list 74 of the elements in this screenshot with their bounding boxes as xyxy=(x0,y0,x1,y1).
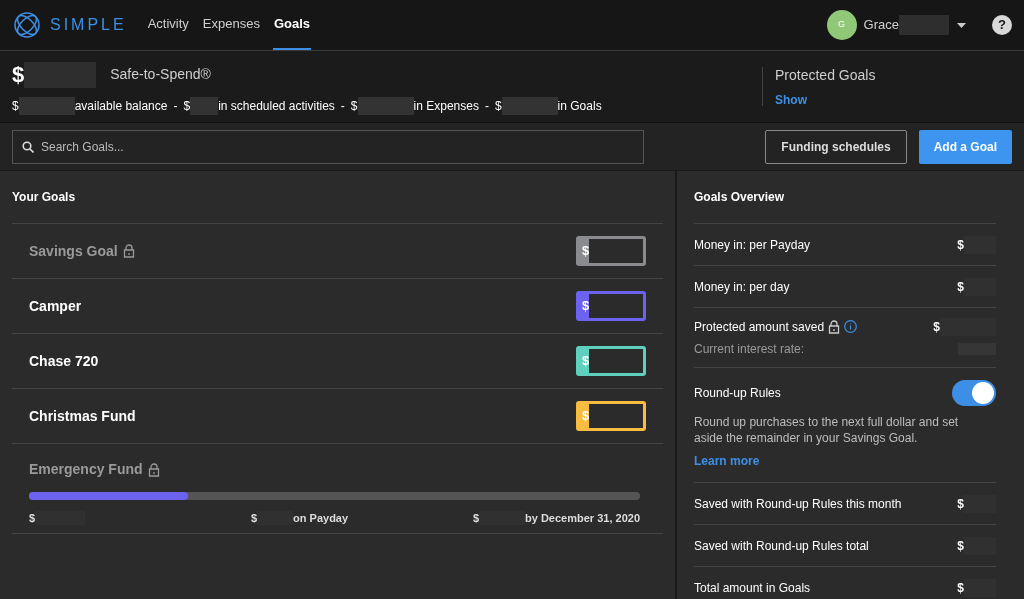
brand-name: SIMPLE xyxy=(50,15,127,35)
currency-sign: $ xyxy=(12,98,19,115)
nav-tab[interactable]: Expenses xyxy=(201,0,261,50)
show-link[interactable]: Show xyxy=(775,90,1012,109)
row-label: Money in: per Payday xyxy=(694,236,811,254)
row-value: $ xyxy=(957,236,964,254)
payday-currency: $ xyxy=(250,511,258,526)
lock-icon xyxy=(122,244,135,258)
lock-icon xyxy=(147,462,160,477)
interest-rate-label: Current interest rate: xyxy=(694,340,805,358)
toggle-switch[interactable] xyxy=(952,380,996,406)
separator-text: - xyxy=(484,98,489,115)
row-label: Saved with Round-up Rules total xyxy=(694,537,869,555)
lock-icon xyxy=(828,319,841,334)
redaction-bar xyxy=(18,97,75,115)
goal-currency: $ xyxy=(582,407,590,426)
row-label: Protected amount saved xyxy=(694,318,825,336)
your-goals-title: Your Goals xyxy=(12,189,77,206)
redaction-bar xyxy=(357,97,414,115)
caret-icon[interactable] xyxy=(957,22,966,28)
balance-label: available balance xyxy=(74,98,168,115)
currency-sign: $ xyxy=(183,98,191,115)
add-goal-button[interactable]: Add a Goal xyxy=(918,129,1012,164)
safe-to-spend-currency: $ xyxy=(12,61,25,89)
redaction-bar xyxy=(589,239,643,263)
learn-more-link[interactable]: Learn more xyxy=(694,452,996,470)
saved-amount: $ xyxy=(29,511,36,526)
search-field[interactable]: Search Goals... xyxy=(12,129,644,164)
funding-schedules-button[interactable]: Funding schedules xyxy=(765,129,907,164)
currency-sign: $ xyxy=(494,98,502,115)
row-label: Round-up Rules xyxy=(694,385,781,402)
redaction-bar xyxy=(589,404,643,428)
goal-currency: $ xyxy=(582,297,590,316)
help-button[interactable]: ? xyxy=(992,15,1012,35)
redaction-bar xyxy=(501,97,558,115)
target-currency: $ xyxy=(472,511,480,526)
redaction-bar xyxy=(589,349,643,373)
redaction-bar xyxy=(190,97,219,115)
balance-label: in Expenses xyxy=(413,98,479,115)
row-value: $ xyxy=(957,278,964,296)
row-value: $ xyxy=(933,318,940,336)
separator-text: - xyxy=(340,98,345,115)
row-label: Money in: per day xyxy=(694,278,790,296)
round-up-description: Round up purchases to the next full dollar and set aside the remainder in your Savings Goal. xyxy=(694,414,960,446)
balance-label: in Goals xyxy=(557,98,602,115)
user-name[interactable]: Grace xyxy=(863,15,899,35)
goal-amount-badge[interactable]: $ xyxy=(576,291,646,321)
goal-name[interactable]: Christmas Fund xyxy=(29,405,136,427)
goal-currency: $ xyxy=(582,352,590,371)
row-label: Saved with Round-up Rules this month xyxy=(694,495,902,513)
target-date: by December 31, 2020 xyxy=(525,511,640,526)
separator-text: - xyxy=(173,98,178,115)
balance-label: in scheduled activities xyxy=(218,98,335,115)
goal-currency: $ xyxy=(582,242,590,261)
redaction-bar xyxy=(899,15,949,35)
safe-to-spend-label: Safe-to-Spend® xyxy=(110,65,211,84)
goal-name[interactable]: Emergency Fund xyxy=(29,459,143,480)
currency-sign: $ xyxy=(350,98,358,115)
row-label: Total amount in Goals xyxy=(694,579,811,597)
protected-goals-title: Protected Goals xyxy=(775,65,877,85)
redaction-bar xyxy=(589,294,643,318)
payday-label: on Payday xyxy=(293,511,349,526)
search-icon xyxy=(22,140,34,153)
goals-overview-title: Goals Overview xyxy=(694,189,786,206)
logo-icon xyxy=(12,10,42,40)
goal-amount-badge[interactable]: $ xyxy=(576,236,646,266)
goal-name[interactable]: Savings Goal xyxy=(29,240,118,262)
goal-name[interactable]: Chase 720 xyxy=(29,350,99,372)
goal-name[interactable]: Camper xyxy=(29,295,82,317)
row-value: $ xyxy=(957,495,964,513)
row-value: $ xyxy=(957,537,964,555)
row-value: $ xyxy=(957,579,964,597)
nav-tab[interactable]: Activity xyxy=(146,0,190,50)
info-icon[interactable] xyxy=(844,320,858,333)
